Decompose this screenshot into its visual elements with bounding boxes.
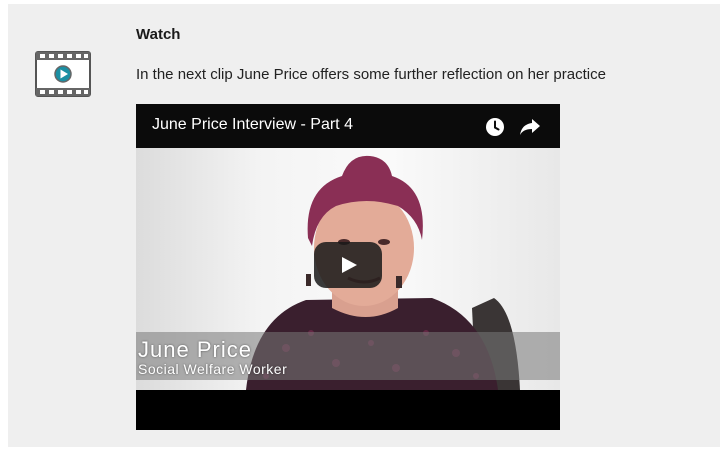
play-icon[interactable] [314,242,382,288]
caption-name: June Price [138,337,252,362]
video-player[interactable]: June Price Interview - Part 4 June Price… [136,104,560,430]
video-title-bar: June Price Interview - Part 4 [136,104,560,148]
video-title-link[interactable]: June Price Interview - Part 4 [152,116,353,134]
clock-icon[interactable] [485,117,505,137]
video-bottom-bar [136,390,560,430]
film-icon [35,51,91,97]
intro-text: In the next clip June Price offers some … [136,66,606,83]
caption-role: Social Welfare Worker [138,361,288,377]
share-icon[interactable] [519,118,541,136]
video-frame[interactable]: June Price Social Welfare Worker [136,148,560,390]
section-title: Watch [136,26,181,43]
